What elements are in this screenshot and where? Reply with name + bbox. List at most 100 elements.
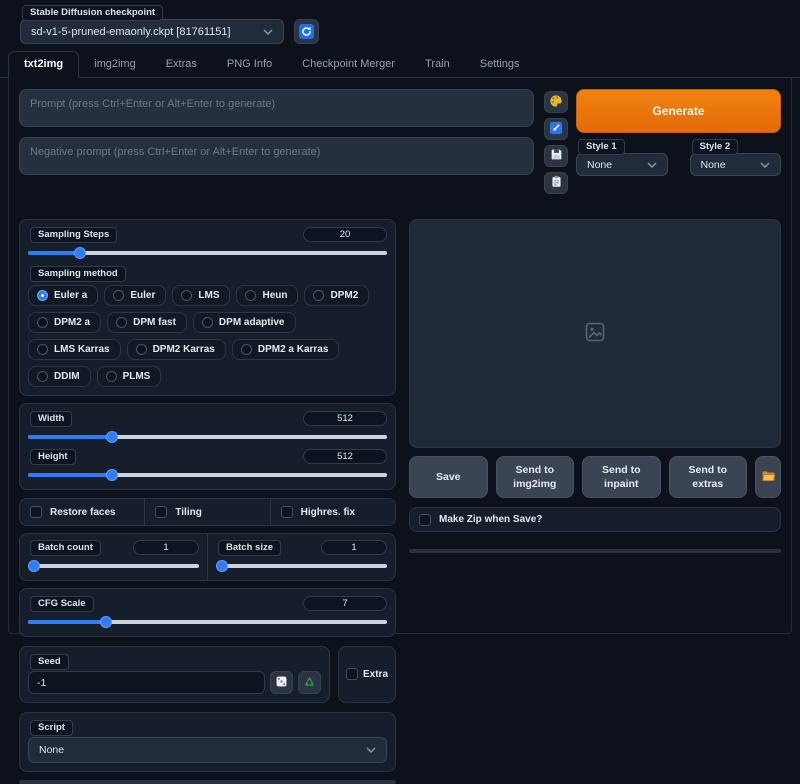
dimensions-group: Width 512 Height 512 [19, 403, 396, 490]
batch-size-value[interactable]: 1 [321, 540, 387, 555]
negative-prompt-input[interactable]: Negative prompt (press Ctrl+Enter or Alt… [19, 137, 534, 175]
slider-thumb[interactable] [216, 560, 228, 572]
checkpoint-select[interactable]: sd-v1-5-pruned-emaonly.ckpt [81761151] [20, 19, 284, 44]
sampler-plms[interactable]: PLMS [97, 366, 162, 387]
stable-diffusion-webui: Stable Diffusion checkpoint sd-v1-5-prun… [0, 0, 800, 639]
tab-extras[interactable]: Extras [151, 52, 212, 77]
make-zip-label: Make Zip when Save? [439, 514, 542, 525]
style-1-group: Style 1None [576, 139, 668, 176]
chevron-down-icon [760, 162, 770, 168]
batch-count-value[interactable]: 1 [133, 540, 199, 555]
make-zip-checkbox[interactable] [419, 514, 431, 526]
prompt-input[interactable]: Prompt (press Ctrl+Enter or Alt+Enter to… [19, 89, 534, 127]
sampler-dpm2-a-karras[interactable]: DPM2 a Karras [232, 339, 340, 360]
restore-faces-checkbox[interactable] [30, 506, 42, 518]
script-group: Script None [19, 712, 396, 772]
chevron-down-icon [366, 747, 376, 753]
tab-train[interactable]: Train [410, 52, 465, 77]
sampler-heun[interactable]: Heun [236, 285, 298, 306]
open-folder-button[interactable] [755, 456, 781, 498]
sampler-lms-karras[interactable]: LMS Karras [28, 339, 121, 360]
seed-input[interactable]: -1 [28, 671, 265, 694]
txt2img-panel: Prompt (press Ctrl+Enter or Alt+Enter to… [8, 78, 792, 634]
tiling-checkbox[interactable] [155, 506, 167, 518]
slider-thumb[interactable] [106, 431, 118, 443]
cfg-scale-value[interactable]: 7 [303, 596, 387, 611]
save-button[interactable]: Save [409, 456, 488, 498]
width-slider[interactable] [28, 431, 387, 443]
sampler-dpm2-a[interactable]: DPM2 a [28, 312, 101, 333]
apply-style-icon [550, 175, 563, 191]
radio-icon [37, 344, 48, 355]
sampling-steps-value[interactable]: 20 [303, 227, 387, 242]
radio-icon [136, 344, 147, 355]
radio-icon [113, 290, 124, 301]
output-column: SaveSend to img2imgSend to inpaintSend t… [409, 219, 781, 784]
apply-style-button[interactable] [544, 172, 568, 194]
style-2-group: Style 2None [690, 139, 782, 176]
sampler-euler-a[interactable]: Euler a [28, 285, 98, 306]
sampler-dpm2[interactable]: DPM2 [304, 285, 369, 306]
slider-thumb[interactable] [100, 616, 112, 628]
send-to-inpaint-button[interactable]: Send to inpaint [582, 456, 661, 498]
radio-icon [116, 317, 127, 328]
refresh-checkpoint-button[interactable] [294, 19, 319, 44]
slider-thumb[interactable] [74, 247, 86, 259]
styles-row: Style 1None Style 2None [576, 139, 781, 176]
sampling-group: Sampling Steps 20 Sampling method Euler … [19, 219, 396, 396]
save-style-button[interactable] [544, 145, 568, 167]
radio-icon [37, 371, 48, 382]
checkpoint-value: sd-v1-5-pruned-emaonly.ckpt [81761151] [31, 26, 231, 38]
generate-button[interactable]: Generate [576, 89, 781, 133]
sampler-ddim[interactable]: DDIM [28, 366, 91, 387]
tab-settings[interactable]: Settings [465, 52, 535, 77]
slider-thumb[interactable] [106, 469, 118, 481]
sampler-dpm2-karras[interactable]: DPM2 Karras [127, 339, 226, 360]
random-seed-button[interactable] [270, 671, 293, 694]
sampler-euler[interactable]: Euler [104, 285, 166, 306]
slider-thumb[interactable] [28, 560, 40, 572]
sampling-method-label: Sampling method [30, 266, 126, 282]
random-artist-button[interactable] [544, 91, 568, 113]
paste-params-icon [549, 121, 563, 138]
radio-icon [245, 290, 256, 301]
extra-seed-checkbox[interactable] [346, 668, 358, 680]
checkpoint-label: Stable Diffusion checkpoint [22, 5, 163, 21]
paste-params-button[interactable] [544, 118, 568, 140]
width-label: Width [30, 411, 72, 427]
script-select[interactable]: None [28, 737, 387, 763]
send-to-extras-button[interactable]: Send to extras [669, 456, 748, 498]
style-1-select[interactable]: None [576, 153, 668, 176]
tab-checkpoint-merger[interactable]: Checkpoint Merger [287, 52, 410, 77]
radio-icon [37, 290, 48, 301]
settings-column: Sampling Steps 20 Sampling method Euler … [19, 219, 396, 784]
sampling-steps-slider[interactable] [28, 247, 387, 259]
batch-size-cell: Batch size 1 [207, 534, 395, 580]
sampler-dpm-adaptive[interactable]: DPM adaptive [193, 312, 296, 333]
refresh-icon [299, 24, 314, 39]
result-image-area [409, 219, 781, 448]
image-placeholder-icon [585, 322, 605, 345]
highres-fix-checkbox[interactable] [281, 506, 293, 518]
tab-png-info[interactable]: PNG Info [212, 52, 287, 77]
send-to-img2img-button[interactable]: Send to img2img [496, 456, 575, 498]
batch-count-cell: Batch count 1 [20, 534, 207, 580]
tab-img2img[interactable]: img2img [79, 52, 151, 77]
style-2-select[interactable]: None [690, 153, 782, 176]
reuse-seed-button[interactable] [298, 671, 321, 694]
zip-group: Make Zip when Save? [409, 507, 781, 532]
prompt-tools [544, 89, 570, 194]
cfg-scale-slider[interactable] [28, 616, 387, 628]
width-value[interactable]: 512 [303, 411, 387, 426]
sampler-dpm-fast[interactable]: DPM fast [107, 312, 187, 333]
chevron-down-icon [263, 29, 273, 35]
batch-size-slider[interactable] [216, 560, 387, 572]
batch-count-slider[interactable] [28, 560, 199, 572]
checkpoint-header: Stable Diffusion checkpoint sd-v1-5-prun… [0, 0, 800, 44]
sampling-steps-label: Sampling Steps [30, 227, 117, 243]
height-slider[interactable] [28, 469, 387, 481]
sampler-lms[interactable]: LMS [172, 285, 230, 306]
tab-txt2img[interactable]: txt2img [8, 51, 79, 78]
dice-icon [275, 675, 288, 691]
height-value[interactable]: 512 [303, 449, 387, 464]
